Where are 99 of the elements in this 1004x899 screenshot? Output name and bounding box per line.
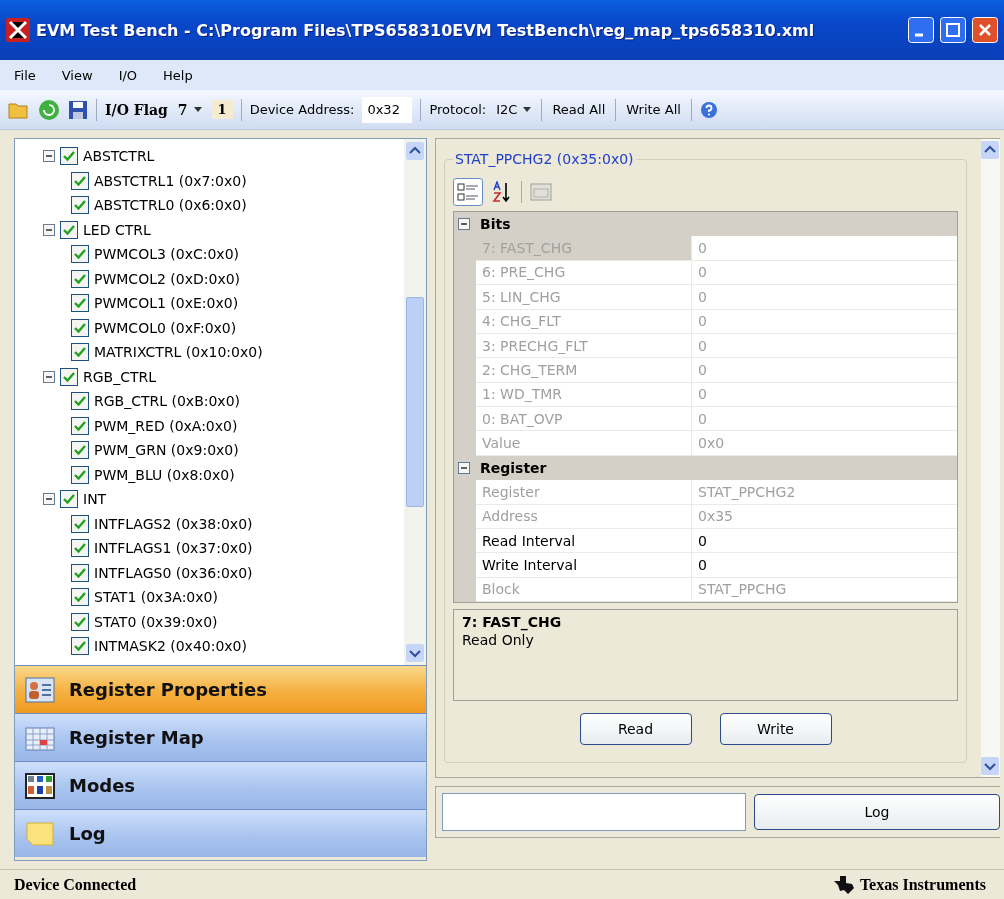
checkbox[interactable] (71, 416, 89, 435)
tree-node-label[interactable]: RGB_CTRL (0xB:0x0) (94, 393, 241, 410)
property-value[interactable]: 0 (692, 553, 957, 578)
protocol-dropdown[interactable]: I2C (494, 102, 534, 117)
checkbox[interactable] (71, 171, 89, 190)
checkbox[interactable] (60, 220, 78, 239)
collapse-toggle[interactable] (458, 461, 470, 474)
color-blocks-icon (25, 772, 55, 799)
checkbox[interactable] (71, 514, 89, 533)
calendar-grid-icon (25, 724, 55, 751)
tree-node-label[interactable]: ABSTCTRL (83, 148, 155, 165)
checkbox[interactable] (60, 367, 78, 386)
checkbox[interactable] (71, 588, 89, 607)
tree-node-label[interactable]: PWM_RED (0xA:0x0) (94, 417, 238, 434)
description-text: Read Only (462, 632, 535, 648)
category-label: Register (480, 459, 547, 476)
device-address-field[interactable]: 0x32 (362, 96, 413, 123)
tree-node-label[interactable]: STAT0 (0x39:0x0) (94, 613, 218, 630)
scroll-up-button[interactable] (981, 141, 999, 159)
checkbox[interactable] (71, 294, 89, 313)
sticky-note-icon (25, 820, 55, 847)
menu-item[interactable]: View (61, 67, 93, 83)
collapse-toggle[interactable] (458, 218, 470, 231)
device-address-label: Device Address: (249, 102, 355, 117)
collapse-toggle[interactable] (43, 370, 55, 383)
menu-item[interactable]: I/O (118, 67, 138, 83)
io-flag-label: I/O Flag (105, 101, 168, 118)
maximize-button[interactable] (940, 17, 966, 43)
checkbox[interactable] (71, 392, 89, 411)
navigation-button[interactable]: Modes (15, 761, 426, 809)
property-name[interactable]: Write Interval (476, 553, 692, 578)
checkbox[interactable] (60, 490, 78, 509)
category-label: Bits (480, 216, 511, 233)
tree-node-label[interactable]: PWMCOL3 (0xC:0x0) (94, 246, 240, 263)
refresh-icon[interactable] (38, 98, 60, 121)
close-button[interactable] (972, 17, 998, 43)
scroll-down-button[interactable] (406, 644, 424, 662)
io-flag-count: 1 (211, 100, 233, 119)
tree-node-label[interactable]: INTFLAGS2 (0x38:0x0) (94, 515, 253, 532)
tree-node-label[interactable]: PWMCOL0 (0xF:0x0) (94, 319, 237, 336)
menu-item[interactable]: Help (163, 67, 193, 83)
checkbox[interactable] (71, 343, 89, 362)
tree-node-label[interactable]: INTFLAGS1 (0x37:0x0) (94, 540, 253, 557)
write-button[interactable]: Write (719, 713, 832, 745)
property-value[interactable]: 0 (692, 528, 957, 554)
tree-node-label[interactable]: INT (83, 491, 107, 508)
io-flag-dropdown[interactable]: 7 (175, 101, 204, 118)
save-icon[interactable] (68, 99, 88, 120)
write-all-button[interactable]: Write All (624, 102, 683, 117)
brand-name: Texas Instruments (859, 875, 986, 894)
tree-node-label[interactable]: PWM_GRN (0x9:0x0) (94, 442, 239, 459)
collapse-toggle[interactable] (43, 223, 55, 236)
tree-node-label[interactable]: PWMCOL2 (0xD:0x0) (94, 270, 241, 287)
tree-node-label[interactable]: LED CTRL (83, 221, 151, 238)
contact-card-icon (25, 676, 55, 703)
tree-node-label[interactable]: PWM_BLU (0x8:0x0) (94, 466, 235, 483)
collapse-toggle[interactable] (43, 150, 55, 163)
log-input-field[interactable] (442, 793, 746, 831)
checkbox[interactable] (60, 147, 78, 166)
checkbox[interactable] (71, 318, 89, 337)
log-button[interactable]: Log (754, 794, 1000, 830)
checkbox[interactable] (71, 245, 89, 264)
checkbox[interactable] (71, 637, 89, 656)
checkbox[interactable] (71, 612, 89, 631)
tree-node-label[interactable]: ABSTCTRL1 (0x7:0x0) (94, 172, 247, 189)
navigation-button[interactable]: Register Properties (15, 665, 426, 713)
tree-node-label[interactable]: STAT1 (0x3A:0x0) (94, 589, 218, 606)
caret-icon (523, 107, 532, 112)
caret-icon (193, 107, 202, 112)
checkbox[interactable] (71, 441, 89, 460)
scroll-down-button[interactable] (981, 757, 999, 775)
scrollbar-thumb[interactable] (406, 297, 424, 507)
register-title: STAT_PPCHG2 (0x35:0x0) (454, 151, 635, 167)
read-button[interactable]: Read (579, 713, 692, 745)
description-title: 7: FAST_CHG (462, 614, 563, 630)
window-title: EVM Test Bench - C:\Program Files\TPS658310EVM TestBench\reg_map_tps658310.xml (36, 20, 816, 40)
scroll-up-button[interactable] (406, 142, 424, 160)
tree-node-label[interactable]: RGB_CTRL (83, 368, 157, 385)
menu-item[interactable]: File (14, 67, 36, 83)
status-text: Device Connected (14, 875, 137, 894)
tree-node-label[interactable]: PWMCOL1 (0xE:0x0) (94, 295, 239, 312)
minimize-button[interactable] (908, 17, 934, 43)
app-logo-icon (6, 18, 30, 42)
navigation-button[interactable]: Log (15, 809, 426, 857)
tree-node-label[interactable]: MATRIXCTRL (0x10:0x0) (94, 344, 263, 361)
tree-node-label[interactable]: INTFLAGS0 (0x36:0x0) (94, 564, 253, 581)
tree-node-label[interactable]: ABSTCTRL0 (0x6:0x0) (94, 197, 247, 214)
help-icon[interactable] (699, 100, 718, 119)
checkbox[interactable] (71, 196, 89, 215)
checkbox[interactable] (71, 465, 89, 484)
checkbox[interactable] (71, 539, 89, 558)
tree-node-label[interactable]: INTMASK2 (0x40:0x0) (94, 638, 247, 655)
property-name[interactable]: Read Interval (476, 528, 692, 554)
read-all-button[interactable]: Read All (550, 102, 608, 117)
protocol-label: Protocol: (429, 102, 487, 117)
collapse-toggle[interactable] (43, 493, 55, 506)
navigation-button[interactable]: Register Map (15, 713, 426, 761)
checkbox[interactable] (71, 563, 89, 582)
checkbox[interactable] (71, 269, 89, 288)
